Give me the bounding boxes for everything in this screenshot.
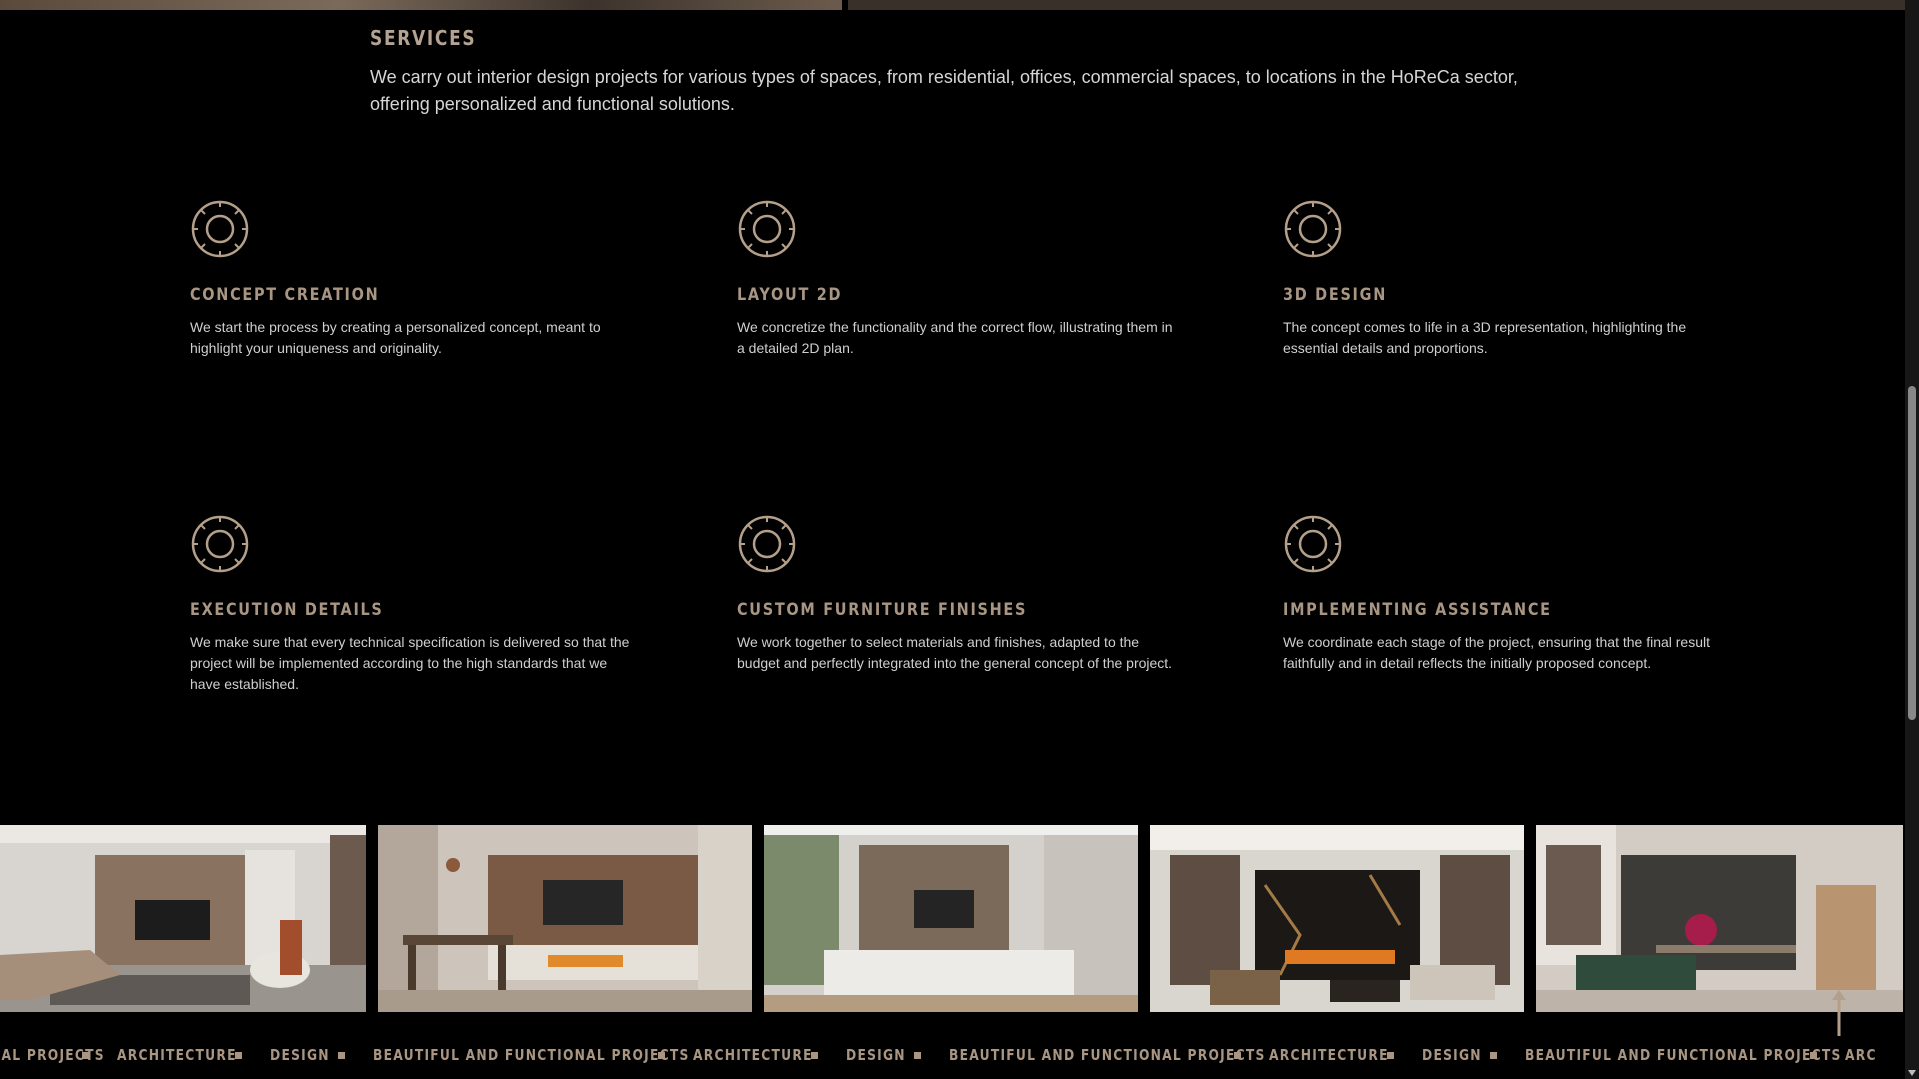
- gallery-image[interactable]: [378, 825, 752, 1012]
- services-description: We carry out interior design projects fo…: [370, 67, 1518, 114]
- marquee-word: DESIGN: [270, 1046, 330, 1064]
- service-title: CONCEPT CREATION: [190, 285, 380, 305]
- ring-icon: [191, 515, 249, 573]
- service-text: We make sure that every technical specif…: [190, 634, 630, 692]
- service-card: CONCEPT CREATION We start the process by…: [190, 199, 650, 359]
- scrollbar-thumb[interactable]: [1908, 386, 1916, 720]
- service-card: IMPLEMENTING ASSISTANCE We coordinate ea…: [1283, 514, 1743, 674]
- service-card: EXECUTION DETAILS We make sure that ever…: [190, 514, 650, 695]
- scroll-down-arrow-icon[interactable]: [1908, 1070, 1916, 1076]
- scroll-to-top-icon[interactable]: [1830, 988, 1848, 1038]
- service-title: LAYOUT 2D: [737, 285, 843, 305]
- marquee-word: BEAUTIFUL AND FUNCTIONAL PROJECTS: [949, 1046, 1266, 1064]
- marquee-ticker: NAL PROJECTS ARCHITECTURE DESIGN BEAUTIF…: [0, 1012, 1905, 1079]
- service-title: 3D DESIGN: [1283, 285, 1387, 305]
- page-scrollbar[interactable]: [1905, 0, 1919, 1079]
- service-card: 3D DESIGN The concept comes to life in a…: [1283, 199, 1743, 359]
- ring-icon: [1284, 200, 1342, 258]
- service-text: We concretize the functionality and the …: [737, 319, 1173, 356]
- ring-icon: [191, 200, 249, 258]
- marquee-word: ARCHITECTURE: [1269, 1046, 1389, 1064]
- top-image-strip: [0, 0, 1905, 10]
- service-title: CUSTOM FURNITURE FINISHES: [737, 600, 1028, 620]
- marquee-word: NAL PROJECTS: [0, 1046, 105, 1064]
- marquee-word: ARCHITECTURE: [117, 1046, 237, 1064]
- services-title: SERVICES: [370, 26, 477, 50]
- gallery-image[interactable]: [1536, 825, 1903, 1012]
- marquee-word: DESIGN: [846, 1046, 906, 1064]
- marquee-word: DESIGN: [1422, 1046, 1482, 1064]
- service-text: The concept comes to life in a 3D repres…: [1283, 319, 1687, 356]
- marquee-word: BEAUTIFUL AND FUNCTIONAL PROJECTS: [373, 1046, 690, 1064]
- hero-image-edge-right: [848, 0, 1905, 10]
- hero-image-edge: [0, 0, 842, 10]
- service-card: LAYOUT 2D We concretize the functionalit…: [737, 199, 1197, 359]
- ring-icon: [738, 200, 796, 258]
- gallery-image[interactable]: [0, 825, 366, 1012]
- service-card: CUSTOM FURNITURE FINISHES We work togeth…: [737, 514, 1197, 674]
- service-title: EXECUTION DETAILS: [190, 600, 384, 620]
- project-gallery: [0, 825, 1905, 1012]
- marquee-word: ARCHITECTURE: [693, 1046, 813, 1064]
- ring-icon: [738, 515, 796, 573]
- square-separator-icon: [338, 1051, 345, 1059]
- gallery-image[interactable]: [764, 825, 1138, 1012]
- service-title: IMPLEMENTING ASSISTANCE: [1283, 600, 1552, 620]
- square-separator-icon: [1490, 1051, 1497, 1059]
- marquee-word: BEAUTIFUL AND FUNCTIONAL PROJECTS: [1525, 1046, 1842, 1064]
- marquee-track: NAL PROJECTS ARCHITECTURE DESIGN BEAUTIF…: [0, 1046, 1885, 1064]
- service-text: We start the process by creating a perso…: [190, 319, 601, 356]
- ring-icon: [1284, 515, 1342, 573]
- service-text: We coordinate each stage of the project,…: [1283, 634, 1710, 671]
- marquee-word: ARC: [1845, 1046, 1877, 1064]
- service-text: We work together to select materials and…: [737, 634, 1173, 671]
- gallery-image[interactable]: [1150, 825, 1524, 1012]
- services-intro: SERVICES We carry out interior design pr…: [370, 26, 1520, 118]
- square-separator-icon: [914, 1051, 921, 1059]
